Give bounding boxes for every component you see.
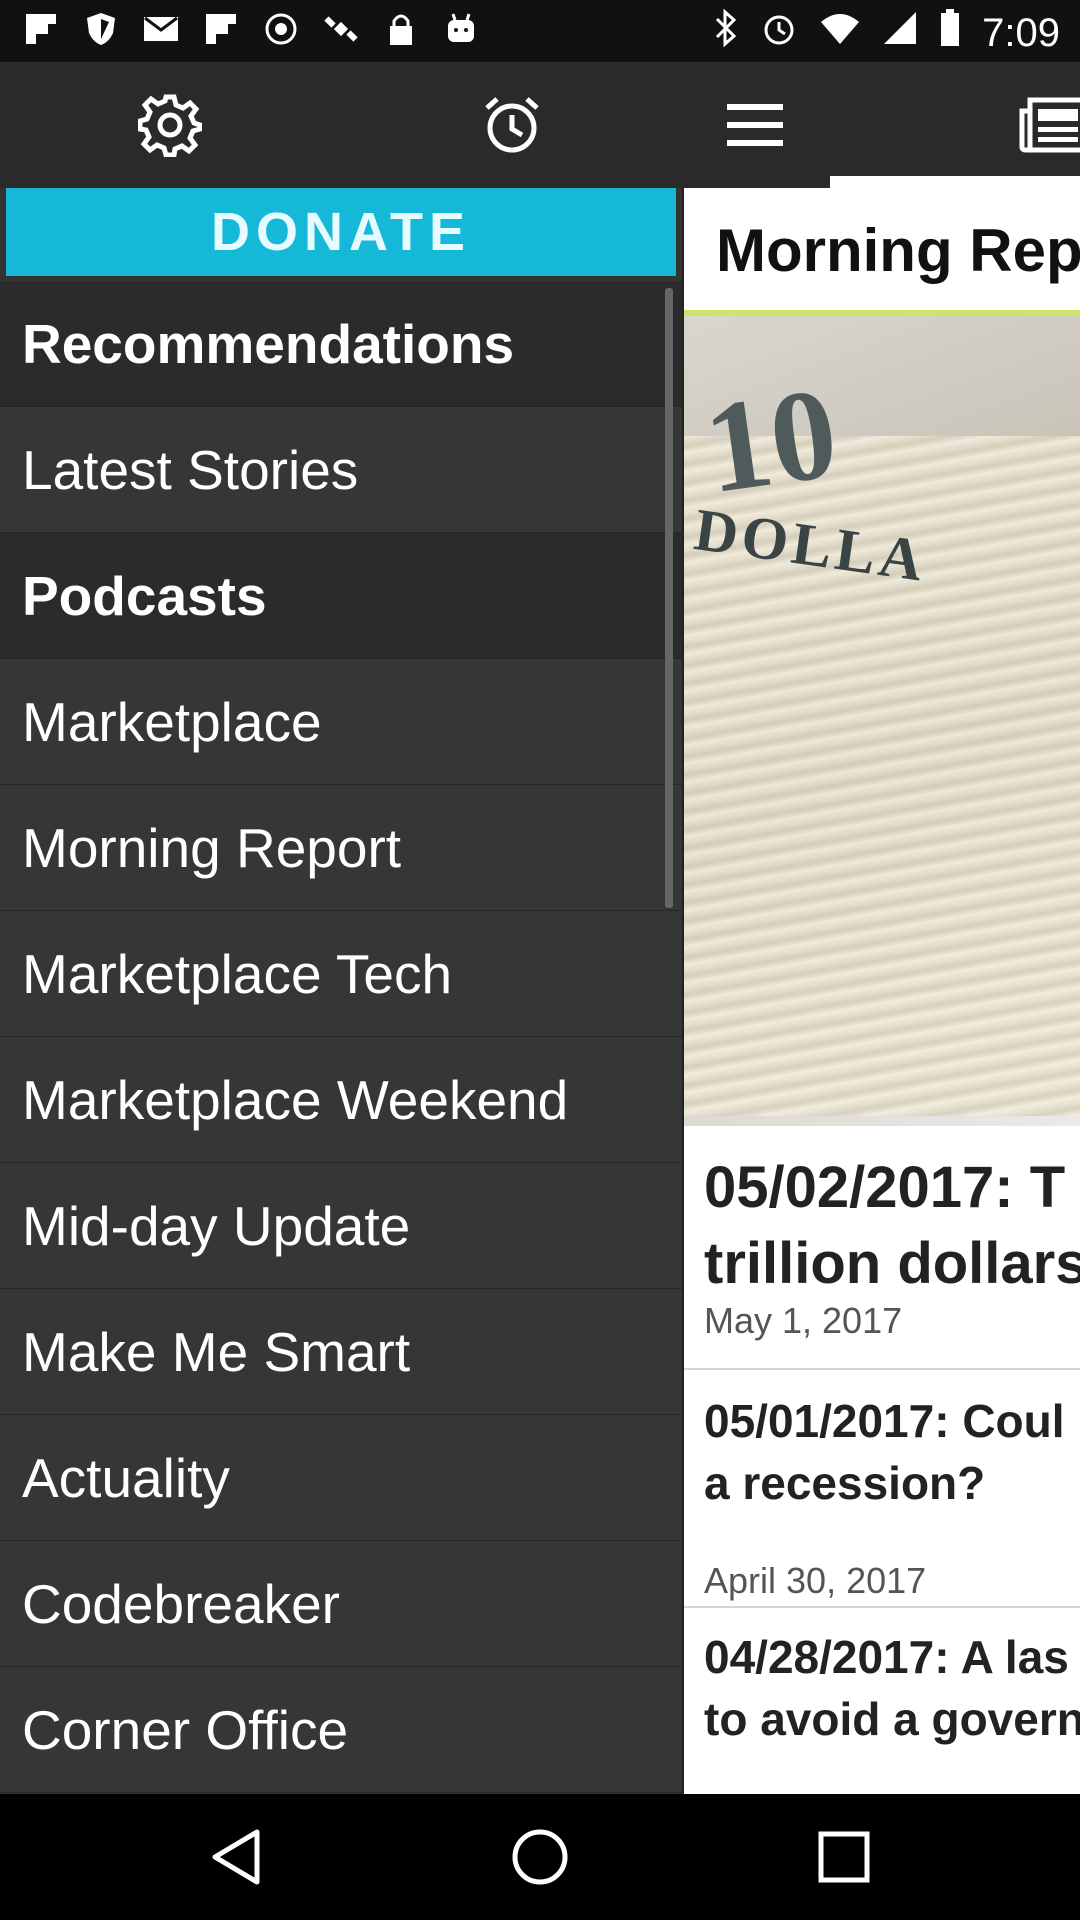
satellite-icon (322, 10, 360, 48)
drawer-item-label: Marketplace Weekend (22, 1068, 569, 1131)
article-title-line: to avoid a governm (704, 1693, 1080, 1745)
flipboard-icon (202, 10, 240, 48)
drawer-menu: Recommendations Latest Stories Podcasts … (0, 281, 682, 1793)
recents-button[interactable] (804, 1822, 884, 1892)
settings-button[interactable] (125, 80, 215, 170)
podcast-icon (262, 10, 300, 48)
newspaper-icon (1019, 97, 1080, 153)
drawer-item-latest-stories[interactable]: Latest Stories (0, 407, 682, 533)
drawer-item-label: Marketplace Tech (22, 942, 453, 1005)
alarm-clock-button[interactable] (467, 80, 557, 170)
article-item[interactable]: 05/01/2017: Coul a recession? April 30, … (684, 1370, 1080, 1608)
drawer-item-recommendations[interactable]: Recommendations (0, 281, 682, 407)
drawer-item-label: Codebreaker (22, 1572, 340, 1635)
article-date: May 1, 2017 (704, 1300, 903, 1341)
system-navigation-bar (0, 1794, 1080, 1920)
top-toolbar (0, 62, 1080, 188)
android-icon (442, 10, 480, 48)
content-header: Morning Rep (684, 188, 1080, 316)
drawer-item-marketplace[interactable]: Marketplace (0, 659, 682, 785)
drawer-item-label: Corner Office (22, 1698, 349, 1761)
wifi-icon (820, 11, 860, 56)
shield-icon (82, 10, 120, 48)
hero-image[interactable]: 10 DOLLA (684, 316, 1080, 1126)
content-panel: Morning Rep 10 DOLLA 05/02/2017: T trill… (682, 188, 1080, 1794)
drawer-item-mid-day-update[interactable]: Mid-day Update (0, 1163, 682, 1289)
donate-button[interactable]: DONATE (6, 188, 676, 276)
recents-square-icon (818, 1831, 870, 1883)
drawer-item-label: Make Me Smart (22, 1320, 411, 1383)
home-circle-icon (512, 1829, 568, 1885)
status-right: 7:09 (714, 8, 1060, 58)
back-button[interactable] (196, 1822, 276, 1892)
drawer-item-label: Morning Report (22, 816, 402, 879)
article-item[interactable]: 04/28/2017: A las to avoid a governm (684, 1608, 1080, 1794)
drawer-scrollbar[interactable] (665, 288, 673, 908)
article-title-line: 05/01/2017: Coul (704, 1395, 1065, 1447)
donate-label: DONATE (211, 202, 471, 262)
content-title: Morning Rep (716, 217, 1080, 284)
drawer-item-label: Recommendations (22, 312, 515, 375)
clock-time: 7:09 (982, 10, 1060, 55)
flipboard-icon (22, 10, 60, 48)
article-title-line: a recession? (704, 1457, 986, 1509)
article-title: 05/01/2017: Coul a recession? (704, 1390, 1065, 1514)
status-bar: 7:09 (0, 0, 1080, 62)
drawer-item-codebreaker[interactable]: Codebreaker (0, 1541, 682, 1667)
article-title: 05/02/2017: T trillion dollars (704, 1150, 1080, 1302)
drawer-item-label: Podcasts (22, 564, 267, 627)
article-title-line: 05/02/2017: T (704, 1155, 1066, 1220)
lock-icon (382, 10, 420, 48)
drawer-item-label: Latest Stories (22, 438, 359, 501)
bluetooth-icon (714, 8, 738, 58)
drawer-item-label: Actuality (22, 1446, 230, 1509)
article-title: 04/28/2017: A las to avoid a governm (704, 1626, 1080, 1750)
drawer-item-marketplace-tech[interactable]: Marketplace Tech (0, 911, 682, 1037)
drawer-item-morning-report[interactable]: Morning Report (0, 785, 682, 911)
menu-button[interactable] (710, 80, 800, 170)
news-tab-button[interactable] (1018, 80, 1080, 170)
notification-icons (22, 10, 480, 48)
drawer-item-label: Mid-day Update (22, 1194, 411, 1257)
drawer-item-podcasts[interactable]: Podcasts (0, 533, 682, 659)
drawer-item-make-me-smart[interactable]: Make Me Smart (0, 1289, 682, 1415)
mail-icon (142, 10, 180, 48)
article-date: April 30, 2017 (704, 1560, 927, 1601)
alarm-icon (760, 9, 798, 57)
alarm-clock-icon (485, 97, 539, 153)
navigation-drawer: DONATE Recommendations Latest Stories Po… (0, 188, 682, 1794)
drawer-item-actuality[interactable]: Actuality (0, 1415, 682, 1541)
article-item[interactable]: 05/02/2017: T trillion dollars May 1, 20… (684, 1128, 1080, 1370)
signal-icon (882, 10, 918, 56)
gear-icon (138, 94, 202, 157)
hamburger-icon (727, 104, 783, 146)
drawer-item-corner-office[interactable]: Corner Office (0, 1667, 682, 1793)
active-tab-indicator (830, 176, 1080, 188)
battery-icon (940, 9, 960, 57)
article-title-line: trillion dollars (704, 1231, 1080, 1296)
drawer-item-label: Marketplace (22, 690, 322, 753)
drawer-item-marketplace-weekend[interactable]: Marketplace Weekend (0, 1037, 682, 1163)
home-button[interactable] (500, 1822, 580, 1892)
back-triangle-icon (212, 1829, 260, 1885)
article-title-line: 04/28/2017: A las (704, 1631, 1069, 1683)
